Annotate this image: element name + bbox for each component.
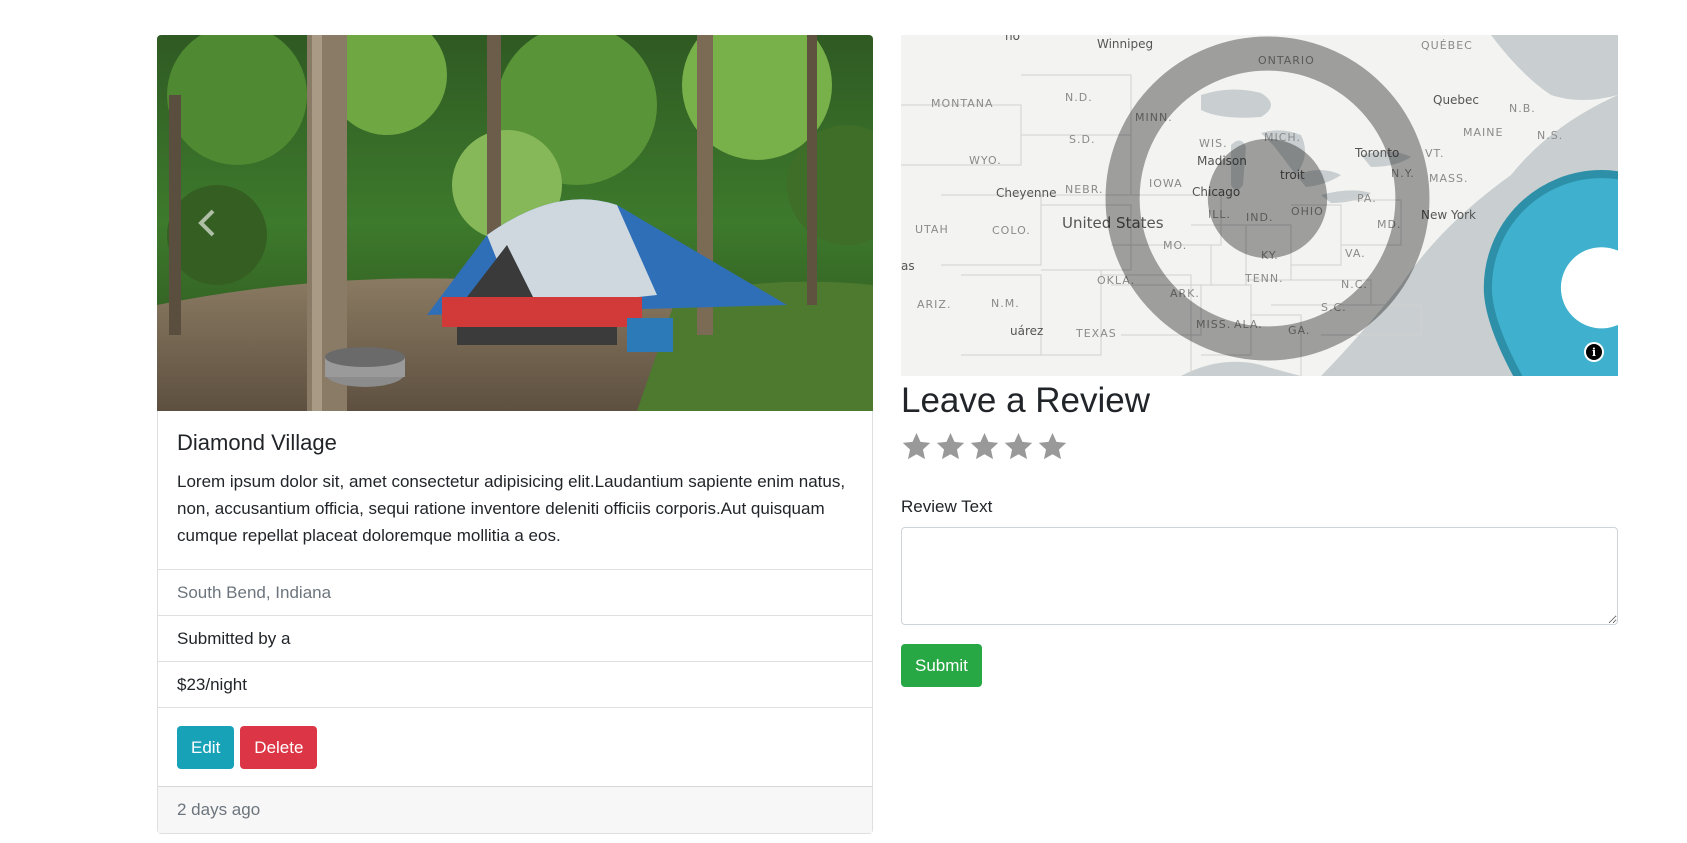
- star-icon-2[interactable]: [935, 431, 966, 462]
- carousel-prev-button[interactable]: [157, 35, 257, 411]
- review-text-label: Review Text: [901, 497, 993, 516]
- campground-description: Lorem ipsum dolor sit, amet consectetur …: [177, 472, 846, 546]
- mapbox-logo-icon: [1105, 36, 1430, 361]
- right-column: ho Winnipeg ONTARIO QUÉBEC MONTANA N.D. …: [901, 35, 1618, 687]
- card-actions: Edit Delete: [158, 707, 872, 786]
- submit-button[interactable]: Submit: [901, 644, 982, 687]
- delete-button[interactable]: Delete: [240, 726, 318, 770]
- star-icon-1[interactable]: [901, 431, 932, 462]
- star-icon-4[interactable]: [1003, 431, 1034, 462]
- campground-location: South Bend, Indiana: [158, 569, 872, 615]
- campground-card: Diamond Village Lorem ipsum dolor sit, a…: [157, 35, 873, 835]
- card-footer-posted: 2 days ago: [158, 786, 872, 834]
- card-body: Diamond Village Lorem ipsum dolor sit, a…: [158, 411, 872, 569]
- info-icon: i: [1586, 344, 1602, 360]
- carousel-next-button[interactable]: [773, 35, 873, 411]
- map-attribution-info-button[interactable]: i: [1584, 342, 1604, 362]
- chevron-left-icon: [198, 209, 215, 237]
- campground-price: $23/night: [158, 661, 872, 707]
- mapbox-logo[interactable]: mapbox: [909, 35, 1618, 369]
- star-icon-5[interactable]: [1037, 431, 1068, 462]
- submitted-by: Submitted by a: [158, 615, 872, 661]
- image-carousel: [157, 35, 873, 411]
- review-heading: Leave a Review: [901, 381, 1151, 420]
- campground-photo: [157, 35, 873, 411]
- star-icon-3[interactable]: [969, 431, 1000, 462]
- star-rating[interactable]: [901, 431, 1618, 462]
- map[interactable]: ho Winnipeg ONTARIO QUÉBEC MONTANA N.D. …: [901, 35, 1618, 376]
- campground-title: Diamond Village: [177, 430, 337, 455]
- campground-details: Diamond Village Lorem ipsum dolor sit, a…: [157, 411, 873, 835]
- review-text-input[interactable]: [901, 527, 1618, 625]
- edit-button[interactable]: Edit: [177, 726, 235, 770]
- submit-row: Submit: [901, 644, 1618, 687]
